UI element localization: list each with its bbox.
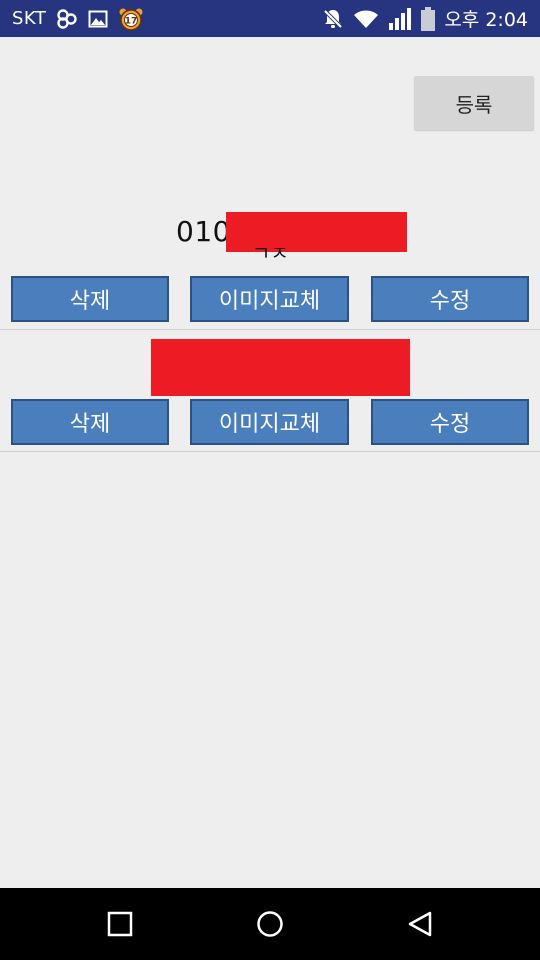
badge-17-icon: 17 (118, 7, 144, 31)
back-icon (408, 911, 432, 937)
signal-icon (388, 7, 412, 31)
status-right: 오후 2:04 (322, 5, 528, 32)
recent-apps-button[interactable] (80, 888, 160, 960)
delete-button[interactable]: 삭제 (11, 399, 169, 445)
badge-number: 17 (125, 16, 138, 26)
replace-image-button[interactable]: 이미지교체 (190, 399, 349, 445)
wifi-icon (353, 9, 379, 29)
redaction-block (151, 339, 410, 396)
phone-prefix: 010 (176, 214, 231, 248)
action-row: 삭제 이미지교체 수정 (0, 276, 540, 324)
delete-button[interactable]: 삭제 (11, 276, 169, 322)
home-icon (257, 911, 283, 937)
recent-apps-icon (107, 911, 133, 937)
entry-label-partial: ㄱㅈ (252, 248, 289, 264)
edit-button[interactable]: 수정 (371, 399, 529, 445)
edit-button[interactable]: 수정 (371, 276, 529, 322)
home-button[interactable] (230, 888, 310, 960)
link-icon (56, 8, 78, 30)
notification-muted-icon (322, 8, 344, 30)
redaction-block (226, 212, 407, 252)
replace-image-button[interactable]: 이미지교체 (190, 276, 349, 322)
status-left: SKT 17 (12, 7, 144, 31)
navigation-bar (0, 888, 540, 960)
status-bar: SKT 17 오후 2:04 (0, 0, 540, 37)
battery-icon (421, 6, 436, 31)
action-row: 삭제 이미지교체 수정 (0, 399, 540, 447)
carrier-label: SKT (12, 8, 47, 29)
phone-number: 010 (176, 211, 231, 251)
divider (0, 329, 540, 330)
divider (0, 451, 540, 452)
register-button[interactable]: 등록 (414, 76, 534, 130)
gallery-icon (88, 10, 108, 28)
back-button[interactable] (380, 888, 460, 960)
status-clock: 오후 2:04 (444, 9, 528, 31)
